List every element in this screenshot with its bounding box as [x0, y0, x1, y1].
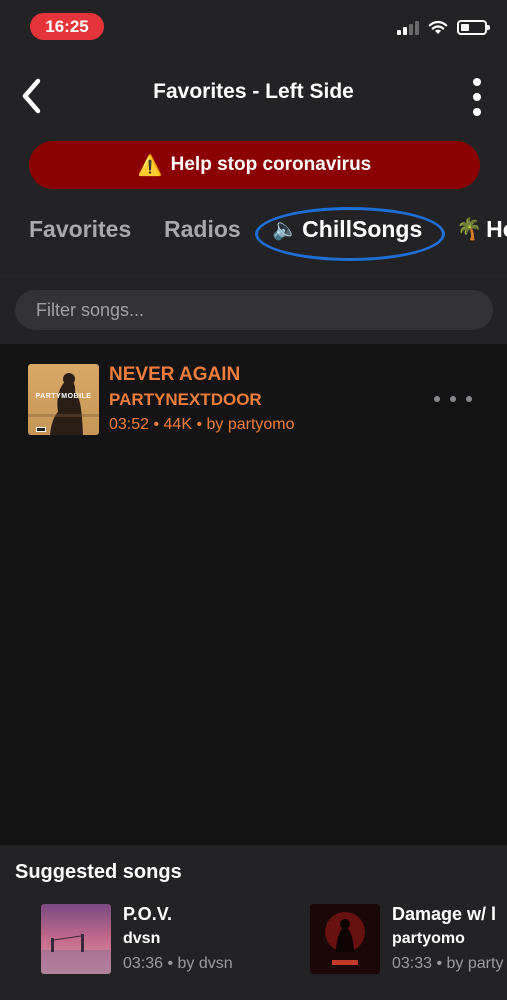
- warning-icon: ⚠️: [137, 154, 163, 177]
- status-time: 16:25: [30, 13, 104, 40]
- suggested-song-artist: partyomo: [392, 930, 465, 947]
- suggested-songs-panel: Suggested songs P.O.V. dvsn 03:36 • by d…: [0, 845, 507, 1000]
- status-icons: [397, 20, 490, 35]
- album-cover-text: PARTYMOBILE: [35, 393, 92, 400]
- cellular-signal-icon: [397, 20, 419, 35]
- song-more-button[interactable]: [434, 396, 472, 402]
- battery-icon: [457, 20, 490, 35]
- suggested-song-artist: dvsn: [123, 930, 161, 947]
- playlist-tabs: Favorites Radios 🔈 ChillSongs 🌴 Ho: [0, 196, 507, 276]
- tab-label: Ho: [486, 216, 507, 242]
- suggested-song-title: P.O.V.: [123, 904, 173, 924]
- suggested-song-item[interactable]: P.O.V. dvsn 03:36 • by dvsn: [41, 904, 271, 974]
- more-horizontal-icon: [434, 396, 440, 402]
- suggested-song-meta: 03:33 • by party: [392, 955, 504, 972]
- more-vertical-icon: [473, 78, 481, 86]
- song-meta: 03:52 • 44K • by partyomo: [109, 416, 295, 433]
- suggested-title: Suggested songs: [15, 861, 182, 883]
- song-artist: PARTYNEXTDOOR: [109, 390, 262, 409]
- tab-favorites[interactable]: Favorites: [29, 216, 131, 243]
- song-title: NEVER AGAIN: [109, 364, 241, 385]
- palm-tree-icon: 🌴: [456, 217, 483, 241]
- status-bar: 16:25: [0, 0, 507, 52]
- banner-text: Help stop coronavirus: [170, 154, 372, 175]
- filter-section: [0, 276, 507, 344]
- suggested-song-title: Damage w/ l: [392, 904, 497, 924]
- song-list-item[interactable]: PARTYMOBILE NEVER AGAIN PARTYNEXTDOOR 03…: [0, 352, 507, 444]
- more-options-button[interactable]: [467, 78, 487, 116]
- album-cover: [41, 904, 111, 974]
- speaker-icon: 🔈: [272, 217, 299, 241]
- header: Favorites - Left Side: [0, 52, 507, 134]
- suggested-song-item[interactable]: Damage w/ l partyomo 03:33 • by party: [310, 904, 507, 974]
- filter-songs-input[interactable]: [15, 290, 493, 330]
- tab-radios[interactable]: Radios: [164, 216, 241, 243]
- banner-section: ⚠️ Help stop coronavirus: [0, 134, 507, 196]
- help-stop-coronavirus-button[interactable]: ⚠️ Help stop coronavirus: [29, 141, 480, 189]
- album-cover: PARTYMOBILE: [28, 364, 99, 435]
- suggested-song-meta: 03:36 • by dvsn: [123, 955, 233, 972]
- wifi-icon: [428, 20, 448, 34]
- tab-label: Favorites: [29, 216, 132, 242]
- album-cover: [310, 904, 380, 974]
- tab-chillsongs[interactable]: 🔈 ChillSongs: [272, 216, 422, 243]
- tab-label: ChillSongs: [302, 216, 423, 242]
- tab-label: Radios: [164, 216, 241, 242]
- tab-ho[interactable]: 🌴 Ho: [456, 216, 507, 243]
- page-title: Favorites - Left Side: [153, 80, 354, 103]
